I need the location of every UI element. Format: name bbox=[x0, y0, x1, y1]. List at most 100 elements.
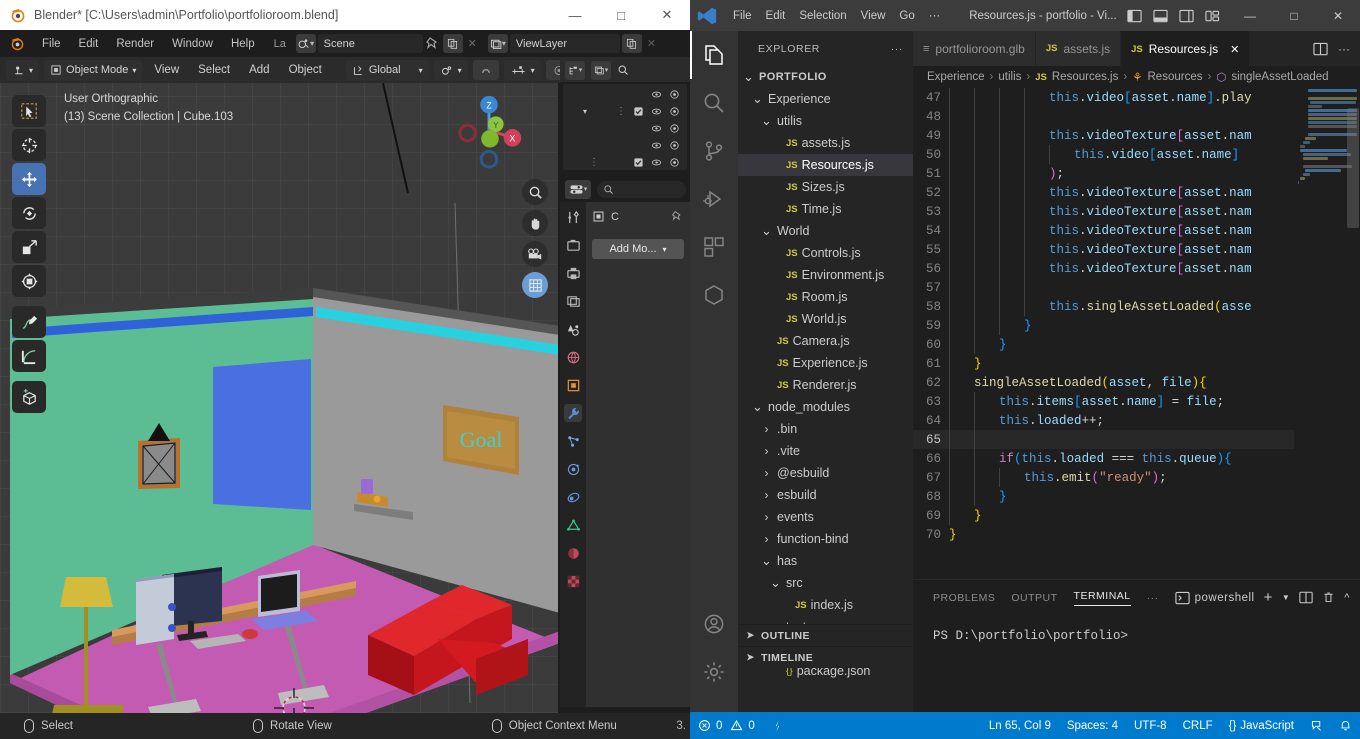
vscode-menu-more[interactable]: ··· bbox=[922, 8, 948, 24]
annotate-tool[interactable] bbox=[12, 306, 46, 338]
outline-section[interactable]: ➤ OUTLINE bbox=[738, 624, 913, 646]
tree-file[interactable]: JS Room.js bbox=[738, 286, 913, 308]
world-properties-tab[interactable] bbox=[564, 348, 582, 366]
code-line[interactable]: 67 this.emit("ready"); bbox=[913, 468, 1360, 487]
code-line[interactable]: 68} bbox=[913, 487, 1360, 506]
camera-render-icon[interactable] bbox=[669, 89, 680, 100]
activitybar-extensions[interactable] bbox=[690, 223, 738, 271]
blender-maximize-button[interactable]: □ bbox=[598, 0, 644, 30]
viewport-menu-select[interactable]: Select bbox=[191, 64, 237, 76]
properties-search-input[interactable] bbox=[597, 180, 686, 198]
tree-file[interactable]: JS World.js bbox=[738, 308, 913, 330]
tree-folder[interactable]: › events bbox=[738, 506, 913, 528]
toggle-panel-icon[interactable] bbox=[1153, 9, 1168, 23]
tree-file[interactable]: JS index.js bbox=[738, 594, 913, 616]
split-editor-icon[interactable] bbox=[1313, 42, 1328, 56]
toggle-primary-sidebar-icon[interactable] bbox=[1127, 9, 1142, 23]
toggle-secondary-sidebar-icon[interactable] bbox=[1179, 9, 1194, 23]
code-line[interactable]: 51); bbox=[913, 164, 1360, 183]
tweak-select-tool[interactable] bbox=[12, 95, 46, 127]
viewlayer-browse-icon[interactable]: ▾ bbox=[487, 34, 508, 53]
modifier-properties-tab[interactable] bbox=[564, 404, 582, 422]
tree-folder[interactable]: ⌄ utilis bbox=[738, 110, 913, 132]
code-line[interactable]: 48 bbox=[913, 107, 1360, 126]
close-tab-icon[interactable]: ✕ bbox=[1230, 43, 1239, 56]
explorer-file-tree[interactable]: ⌄ PORTFOLIO ⌄ Experience ⌄ utilis JS assets.js J… bbox=[738, 66, 913, 682]
tree-folder[interactable]: › @esbuild bbox=[738, 462, 913, 484]
physics-properties-tab[interactable] bbox=[564, 460, 582, 478]
add-modifier-button[interactable]: Add Mo... ▾ bbox=[592, 239, 684, 259]
proportional-editing-selector[interactable]: ▾ bbox=[503, 60, 541, 80]
breadcrumb-item[interactable]: Experience bbox=[927, 71, 985, 83]
code-editor[interactable]: 47 this.video[asset.name].play 48 49 this.vi… bbox=[913, 88, 1360, 558]
checkbox-icon[interactable] bbox=[633, 106, 644, 117]
outliner-display-mode-icon[interactable]: ▾ bbox=[591, 60, 611, 80]
remove-scene-icon[interactable]: ✕ bbox=[465, 37, 480, 50]
tree-file[interactable]: JS Experience.js bbox=[738, 352, 913, 374]
material-properties-tab[interactable] bbox=[564, 544, 582, 562]
camera-nav-button[interactable] bbox=[522, 241, 548, 267]
texture-properties-tab[interactable] bbox=[564, 572, 582, 590]
editor-more-actions-icon[interactable]: ··· bbox=[1338, 42, 1350, 56]
outliner-search-icon[interactable] bbox=[617, 64, 629, 76]
tree-folder[interactable]: ⌄ has bbox=[738, 550, 913, 572]
outliner-editor-type-icon[interactable]: ▾ bbox=[565, 60, 585, 80]
tree-folder[interactable]: › .vite bbox=[738, 440, 913, 462]
viewport-menu-object[interactable]: Object bbox=[282, 64, 329, 76]
tree-file[interactable]: JS Camera.js bbox=[738, 330, 913, 352]
tree-folder[interactable]: ⌄ World bbox=[738, 220, 913, 242]
kill-terminal-icon[interactable] bbox=[1322, 591, 1335, 604]
panel-more-actions[interactable]: ··· bbox=[1147, 592, 1159, 604]
activitybar-accounts[interactable] bbox=[690, 600, 738, 648]
status-eol[interactable]: CRLF bbox=[1175, 712, 1221, 739]
camera-render-icon[interactable] bbox=[669, 106, 680, 117]
transform-tool[interactable] bbox=[12, 265, 46, 297]
3d-viewport[interactable]: Goal User Orthographic (13) Scene Collec… bbox=[0, 83, 558, 713]
tree-file[interactable]: JS Time.js bbox=[738, 198, 913, 220]
blender-menu-window[interactable]: Window bbox=[163, 35, 222, 53]
snap-toggle-button[interactable] bbox=[472, 60, 499, 80]
blender-menu-render[interactable]: Render bbox=[107, 35, 163, 53]
blender-minimize-button[interactable]: — bbox=[552, 0, 598, 30]
tree-folder[interactable]: ⌄ Experience bbox=[738, 88, 913, 110]
timeline-section[interactable]: ➤ TIMELINE bbox=[738, 646, 913, 668]
constraints-properties-tab[interactable] bbox=[564, 488, 582, 506]
remove-viewlayer-icon[interactable]: ✕ bbox=[644, 37, 659, 50]
code-line[interactable]: 58 this.singleAssetLoaded(asse bbox=[913, 297, 1360, 316]
chevron-down-icon[interactable]: ▼ bbox=[1282, 593, 1290, 602]
editor-tab[interactable]: JS Resources.js ✕ bbox=[1121, 31, 1251, 66]
code-line[interactable]: 64 this.loaded++; bbox=[913, 411, 1360, 430]
eye-icon[interactable] bbox=[651, 140, 662, 151]
activitybar-search[interactable] bbox=[690, 79, 738, 127]
viewlayer-name-field[interactable]: ViewLayer bbox=[509, 34, 620, 53]
breadcrumb-item[interactable]: Resources bbox=[1148, 71, 1203, 83]
eye-icon[interactable] bbox=[651, 106, 662, 117]
code-line[interactable]: 53 this.videoTexture[asset.nam bbox=[913, 202, 1360, 221]
vscode-menu-go[interactable]: Go bbox=[892, 8, 921, 24]
tree-folder[interactable]: ⌄ PORTFOLIO bbox=[738, 66, 913, 88]
rotate-tool[interactable] bbox=[12, 197, 46, 229]
outliner-row[interactable] bbox=[563, 120, 687, 137]
scene-browse-icon[interactable]: ▾ bbox=[295, 34, 316, 53]
explorer-more-actions[interactable]: ··· bbox=[891, 43, 903, 55]
viewport-menu-view[interactable]: View bbox=[147, 64, 186, 76]
scrollbar-thumb[interactable] bbox=[1347, 108, 1359, 228]
status-notifications[interactable] bbox=[1331, 712, 1360, 739]
activitybar-source-control[interactable] bbox=[690, 127, 738, 175]
vscode-close-button[interactable]: ✕ bbox=[1316, 0, 1360, 31]
tree-file[interactable]: JS assets.js bbox=[738, 132, 913, 154]
tree-folder[interactable]: ⌄ node_modules bbox=[738, 396, 913, 418]
editor-scrollbar[interactable] bbox=[1346, 88, 1360, 558]
pin-icon[interactable] bbox=[671, 210, 684, 223]
tool-properties-tab[interactable] bbox=[564, 208, 582, 226]
editor-type-selector[interactable]: ▾ bbox=[6, 60, 40, 80]
outliner-row[interactable] bbox=[563, 137, 687, 154]
code-line[interactable]: 50 this.video[asset.name] bbox=[913, 145, 1360, 164]
toggle-orthographic-button[interactable] bbox=[522, 272, 548, 298]
snap-target-selector[interactable]: ▾ bbox=[433, 60, 468, 80]
tree-folder[interactable]: › function-bind bbox=[738, 528, 913, 550]
status-feedback[interactable] bbox=[1302, 712, 1331, 739]
code-line[interactable]: 66 if(this.loaded === this.queue){ bbox=[913, 449, 1360, 468]
activitybar-settings[interactable] bbox=[690, 648, 738, 696]
code-line[interactable]: 60} bbox=[913, 335, 1360, 354]
